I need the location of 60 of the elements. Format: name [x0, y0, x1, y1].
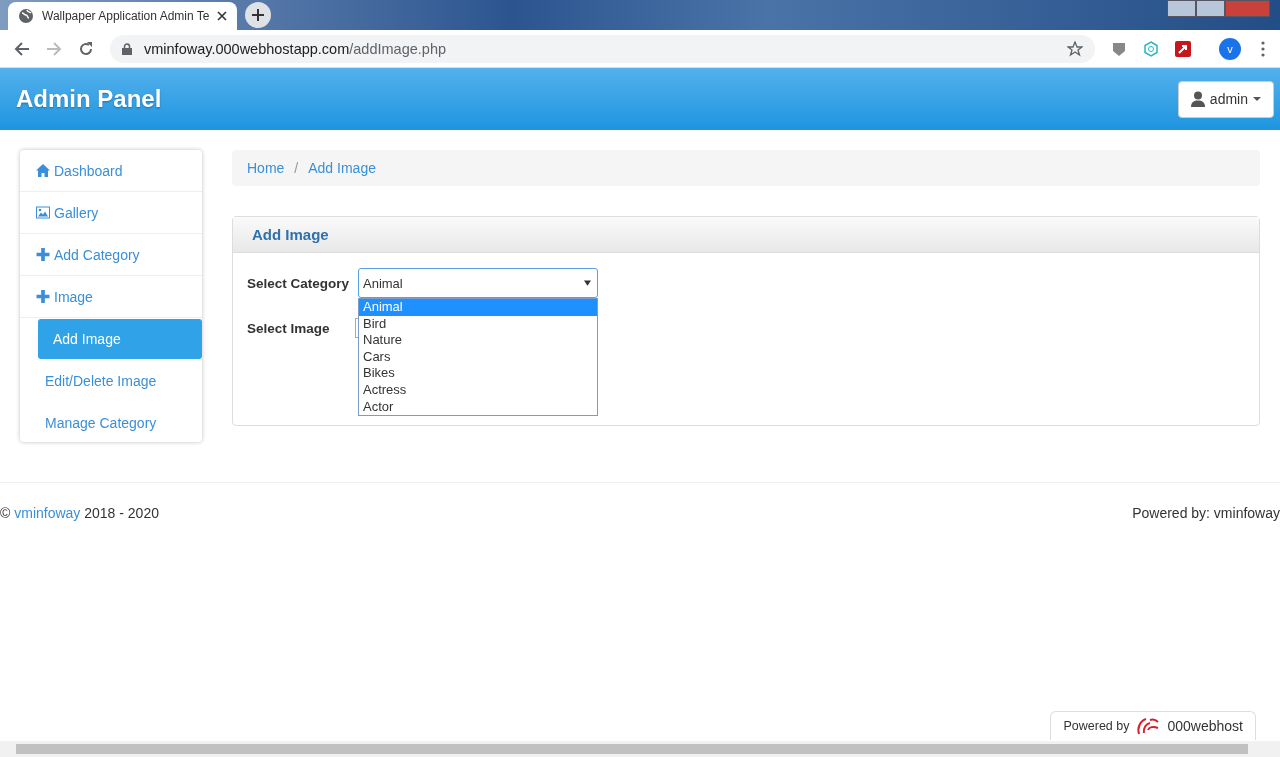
dropdown-option[interactable]: Actor	[359, 398, 597, 416]
plus-icon	[36, 248, 50, 261]
dropdown-option[interactable]: Animal	[359, 299, 597, 316]
sidebar-label: Add Category	[54, 246, 140, 263]
user-menu-button[interactable]: admin	[1177, 80, 1274, 118]
sidebar-label: Gallery	[54, 204, 99, 221]
breadcrumb-link[interactable]: Add Image	[308, 160, 376, 176]
pdf-extension-icon[interactable]	[1175, 40, 1191, 57]
sidebar-label: Image	[54, 288, 93, 305]
dropdown-option[interactable]: Bikes	[359, 365, 597, 382]
home-icon	[36, 164, 50, 177]
profile-avatar[interactable]: v	[1219, 37, 1241, 60]
menu-icon[interactable]	[1261, 40, 1265, 57]
reload-icon[interactable]	[78, 40, 94, 57]
copyright-text: © vminfoway 2018 - 2020	[0, 505, 159, 521]
horizontal-scrollbar[interactable]	[0, 741, 1280, 757]
star-icon[interactable]	[1067, 40, 1083, 57]
plus-icon	[252, 9, 265, 21]
address-field[interactable]: vminfoway.000webhostapp.com/addImage.php	[110, 34, 1095, 63]
field-label: Select Image	[247, 320, 331, 336]
picture-icon	[36, 206, 50, 219]
shield-extension-icon[interactable]	[1111, 40, 1127, 57]
breadcrumb-separator: /	[294, 160, 299, 176]
tab-title: Wallpaper Application Admin Te	[42, 9, 210, 23]
sidebar-subitem[interactable]: Edit/Delete Image	[38, 360, 202, 402]
powered-by-text: Powered by: vminfoway	[1132, 505, 1280, 521]
plus-icon	[36, 290, 50, 303]
dropdown-option[interactable]: Bird	[359, 315, 597, 333]
dropdown-option[interactable]: Nature	[359, 332, 597, 349]
breadcrumb-link[interactable]: Home	[247, 160, 285, 176]
dropdown-option[interactable]: Actress	[359, 381, 597, 399]
dropdown-arrow-icon	[584, 280, 591, 286]
sidebar-label: Dashboard	[54, 162, 123, 179]
new-tab-button[interactable]	[245, 2, 272, 28]
sidebar-item[interactable]: Dashboard	[20, 150, 202, 192]
minimize-button[interactable]	[1167, 0, 1196, 17]
swirl-logo-icon	[1136, 716, 1161, 736]
globe-icon	[18, 8, 34, 24]
sidebar-item[interactable]: Image	[20, 276, 202, 318]
caret-icon	[1253, 97, 1261, 101]
sidebar-subitem[interactable]: Manage Category	[38, 402, 202, 444]
category-select[interactable]: Animal	[358, 268, 598, 298]
badge-prefix: Powered by	[1063, 719, 1130, 733]
host-badge[interactable]: Powered by 000webhost	[1050, 711, 1256, 740]
restore-button[interactable]	[1196, 0, 1225, 17]
badge-brand: 000webhost	[1167, 718, 1243, 734]
url-text: vminfoway.000webhostapp.com/addImage.php	[144, 40, 446, 57]
close-icon[interactable]	[217, 11, 228, 21]
browser-tab[interactable]: Wallpaper Application Admin Te	[8, 2, 238, 30]
lock-icon	[122, 42, 132, 55]
sidebar-subitem[interactable]: Add Image	[38, 319, 202, 359]
sidebar-item[interactable]: Gallery	[20, 192, 202, 234]
brand-title[interactable]: Admin Panel	[16, 85, 162, 113]
user-icon	[1190, 91, 1205, 107]
panel-title: Add Image	[252, 226, 329, 243]
dropdown-option[interactable]: Cars	[359, 348, 597, 366]
back-arrow-icon[interactable]	[14, 40, 30, 57]
field-label: Select Category	[247, 275, 351, 291]
sidebar-item[interactable]: Add Category	[20, 234, 202, 276]
footer-link[interactable]: vminfoway	[14, 505, 81, 521]
